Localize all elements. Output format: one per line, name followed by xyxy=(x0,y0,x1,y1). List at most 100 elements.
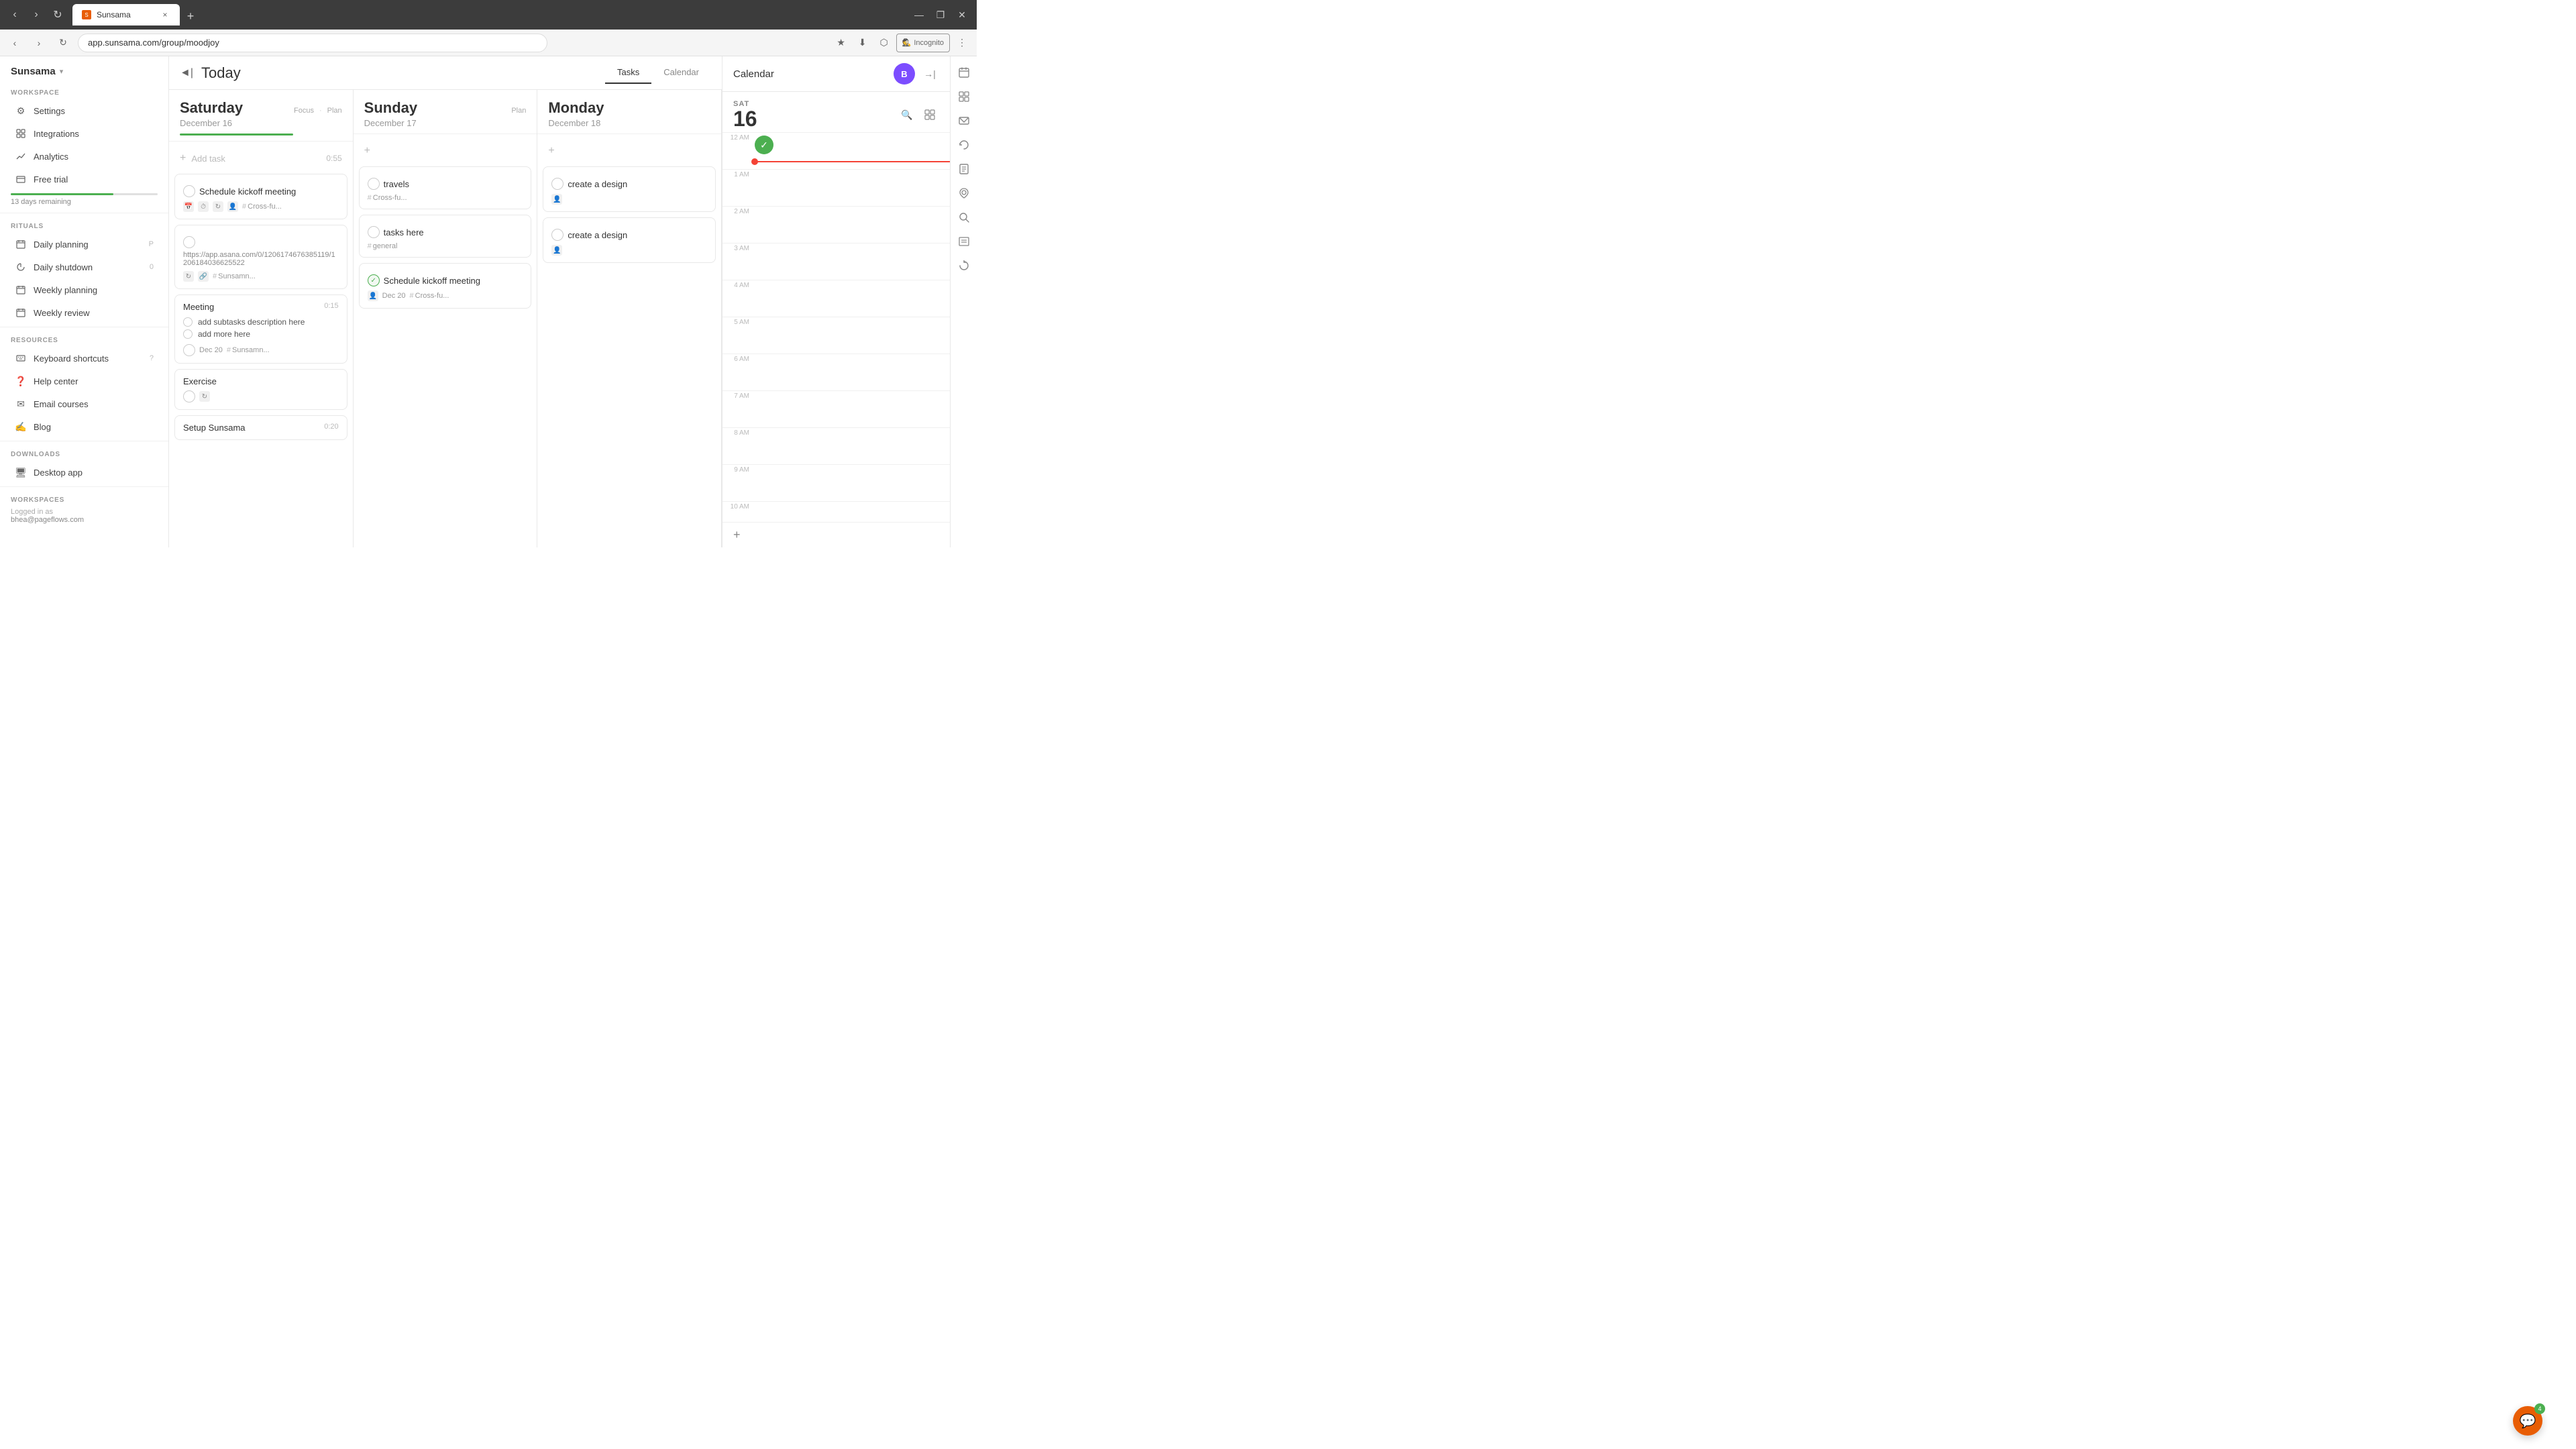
extensions-button[interactable]: ⬡ xyxy=(875,34,894,52)
task-meeting-header: Meeting 0:15 xyxy=(183,302,339,312)
time-content-6am xyxy=(755,354,950,390)
incognito-badge: 🕵 Incognito xyxy=(896,34,950,52)
forward-button[interactable]: › xyxy=(27,5,46,24)
task-check-url[interactable] xyxy=(183,236,195,248)
time-content-4am xyxy=(755,280,950,317)
day-column-saturday: Saturday December 16 Focus · Plan + xyxy=(169,90,354,547)
sidebar-item-blog[interactable]: ✍ Blog xyxy=(4,416,164,437)
close-window-button[interactable]: ✕ xyxy=(953,5,971,24)
monday-name: Monday December 18 xyxy=(548,99,604,128)
new-tab-button[interactable]: + xyxy=(181,7,200,25)
download-button[interactable]: ⬇ xyxy=(853,34,872,52)
task-check-kickoff-sunday[interactable]: ✓ xyxy=(368,274,380,286)
url-refresh-button[interactable]: ↻ xyxy=(54,34,72,52)
time-grid: 12 AM ✓ 1 AM 2 AM 3 AM xyxy=(722,132,950,522)
task-exercise[interactable]: Exercise ↻ xyxy=(174,369,347,410)
chat-fab[interactable]: 💬 4 xyxy=(2513,1406,2542,1436)
bookmark-button[interactable]: ★ xyxy=(832,34,851,52)
saturday-add-task[interactable]: + Add task 0:55 xyxy=(174,148,347,168)
maximize-button[interactable]: ❐ xyxy=(931,5,950,24)
task-schedule-kickoff[interactable]: Schedule kickoff meeting 📅 ⏱ ↻ 👤 #Cross-… xyxy=(174,174,347,219)
task-check-exercise[interactable] xyxy=(183,390,195,402)
time-content-12am: ✓ xyxy=(755,133,950,169)
task-travels[interactable]: travels #Cross-fu... xyxy=(359,166,532,209)
tab-label: Sunsama xyxy=(97,10,131,19)
sidebar-item-desktop-app[interactable]: 🖥 Desktop app xyxy=(4,462,164,483)
user-email: bhea@pageflows.com xyxy=(11,516,158,524)
task-check-1[interactable] xyxy=(183,185,195,197)
menu-button[interactable]: ⋮ xyxy=(953,34,971,52)
sunday-add-task[interactable]: + xyxy=(359,141,532,161)
task-check-design1[interactable] xyxy=(551,178,564,190)
sidebar-item-keyboard-shortcuts[interactable]: Keyboard shortcuts ? xyxy=(4,347,164,369)
people-icon-1: 👤 xyxy=(227,201,238,212)
user-avatar: B xyxy=(894,63,915,85)
url-input[interactable] xyxy=(78,34,547,52)
sidebar-item-weekly-review[interactable]: Weekly review xyxy=(4,302,164,323)
weekly-planning-label: Weekly planning xyxy=(34,285,154,295)
minimize-button[interactable]: — xyxy=(910,5,928,24)
subtask-check-1[interactable] xyxy=(183,317,193,327)
back-button[interactable]: ‹ xyxy=(5,5,24,24)
sidebar-item-free-trial[interactable]: Free trial xyxy=(4,168,164,190)
saturday-plan[interactable]: Plan xyxy=(327,107,342,115)
task-setup-sunsama[interactable]: Setup Sunsama 0:20 xyxy=(174,415,347,440)
task-check-meeting[interactable] xyxy=(183,344,195,356)
right-sidebar-list-btn[interactable] xyxy=(953,231,975,252)
time-content-2am xyxy=(755,207,950,243)
url-forward-button[interactable]: › xyxy=(30,34,48,52)
tab-calendar[interactable]: Calendar xyxy=(651,62,711,84)
right-sidebar-location-btn[interactable] xyxy=(953,182,975,204)
time-label-10am: 10 AM xyxy=(722,502,755,511)
task-create-design-2[interactable]: create a design 👤 xyxy=(543,217,716,263)
right-sidebar-grid-btn[interactable] xyxy=(953,86,975,107)
task-check-tasks-here[interactable] xyxy=(368,226,380,238)
sidebar-item-analytics[interactable]: Analytics xyxy=(4,146,164,167)
right-sidebar-calendar-btn[interactable] xyxy=(953,62,975,83)
monday-add-task[interactable]: + xyxy=(543,141,716,161)
tab-tasks[interactable]: Tasks xyxy=(605,62,651,84)
collapse-panel-button[interactable]: →| xyxy=(920,64,939,83)
task-kickoff-sunday[interactable]: ✓ Schedule kickoff meeting 👤 Dec 20 #Cro… xyxy=(359,263,532,309)
url-back-button[interactable]: ‹ xyxy=(5,34,24,52)
time-label-5am: 5 AM xyxy=(722,317,755,326)
calendar-add-button[interactable]: + xyxy=(733,528,741,542)
sidebar-item-daily-shutdown[interactable]: Daily shutdown 0 xyxy=(4,256,164,278)
right-sidebar-search-btn[interactable] xyxy=(953,207,975,228)
time-label-8am: 8 AM xyxy=(722,428,755,437)
analytics-icon xyxy=(15,150,27,162)
sidebar-item-integrations[interactable]: Integrations xyxy=(4,123,164,144)
right-sidebar-note-btn[interactable] xyxy=(953,158,975,180)
subtask-check-2[interactable] xyxy=(183,329,193,339)
right-sidebar-mail-btn[interactable] xyxy=(953,110,975,131)
toolbar-today-label: Today xyxy=(201,64,241,82)
task-url[interactable]: https://app.asana.com/0/1206174676385119… xyxy=(174,225,347,289)
zoom-in-button[interactable]: 🔍 xyxy=(898,105,916,124)
task-check-design2[interactable] xyxy=(551,229,564,241)
sunday-plan[interactable]: Plan xyxy=(511,107,526,115)
right-sidebar-refresh-btn[interactable] xyxy=(953,255,975,276)
active-tab[interactable]: S Sunsama × xyxy=(72,4,180,25)
sidebar-item-settings[interactable]: ⚙ Settings xyxy=(4,100,164,121)
free-trial-days-text: 13 days remaining xyxy=(0,197,168,210)
mini-cal-controls: 🔍 xyxy=(898,105,939,124)
task-tasks-here[interactable]: tasks here #general xyxy=(359,215,532,258)
saturday-progress xyxy=(180,133,293,136)
saturday-focus[interactable]: Focus xyxy=(294,107,314,115)
task-check-travels[interactable] xyxy=(368,178,380,190)
tab-close-button[interactable]: × xyxy=(160,9,170,20)
sidebar-item-email-courses[interactable]: ✉ Email courses xyxy=(4,393,164,415)
sidebar-item-help-center[interactable]: ❓ Help center xyxy=(4,370,164,392)
task-meeting[interactable]: Meeting 0:15 add subtasks description he… xyxy=(174,294,347,364)
task-create-design-1[interactable]: create a design 👤 xyxy=(543,166,716,212)
task-exercise-meta: ↻ xyxy=(183,390,339,402)
calendar-panel-title: Calendar xyxy=(733,68,888,80)
grid-view-button[interactable] xyxy=(920,105,939,124)
sidebar-item-daily-planning[interactable]: Daily planning P xyxy=(4,233,164,255)
blog-label: Blog xyxy=(34,422,154,432)
toolbar-back-button[interactable]: ◄| xyxy=(180,67,193,79)
right-sidebar-sync-btn[interactable] xyxy=(953,134,975,156)
travels-tag-row: #Cross-fu... xyxy=(368,194,523,202)
sidebar-item-weekly-planning[interactable]: Weekly planning xyxy=(4,279,164,301)
refresh-button[interactable]: ↻ xyxy=(48,5,67,24)
